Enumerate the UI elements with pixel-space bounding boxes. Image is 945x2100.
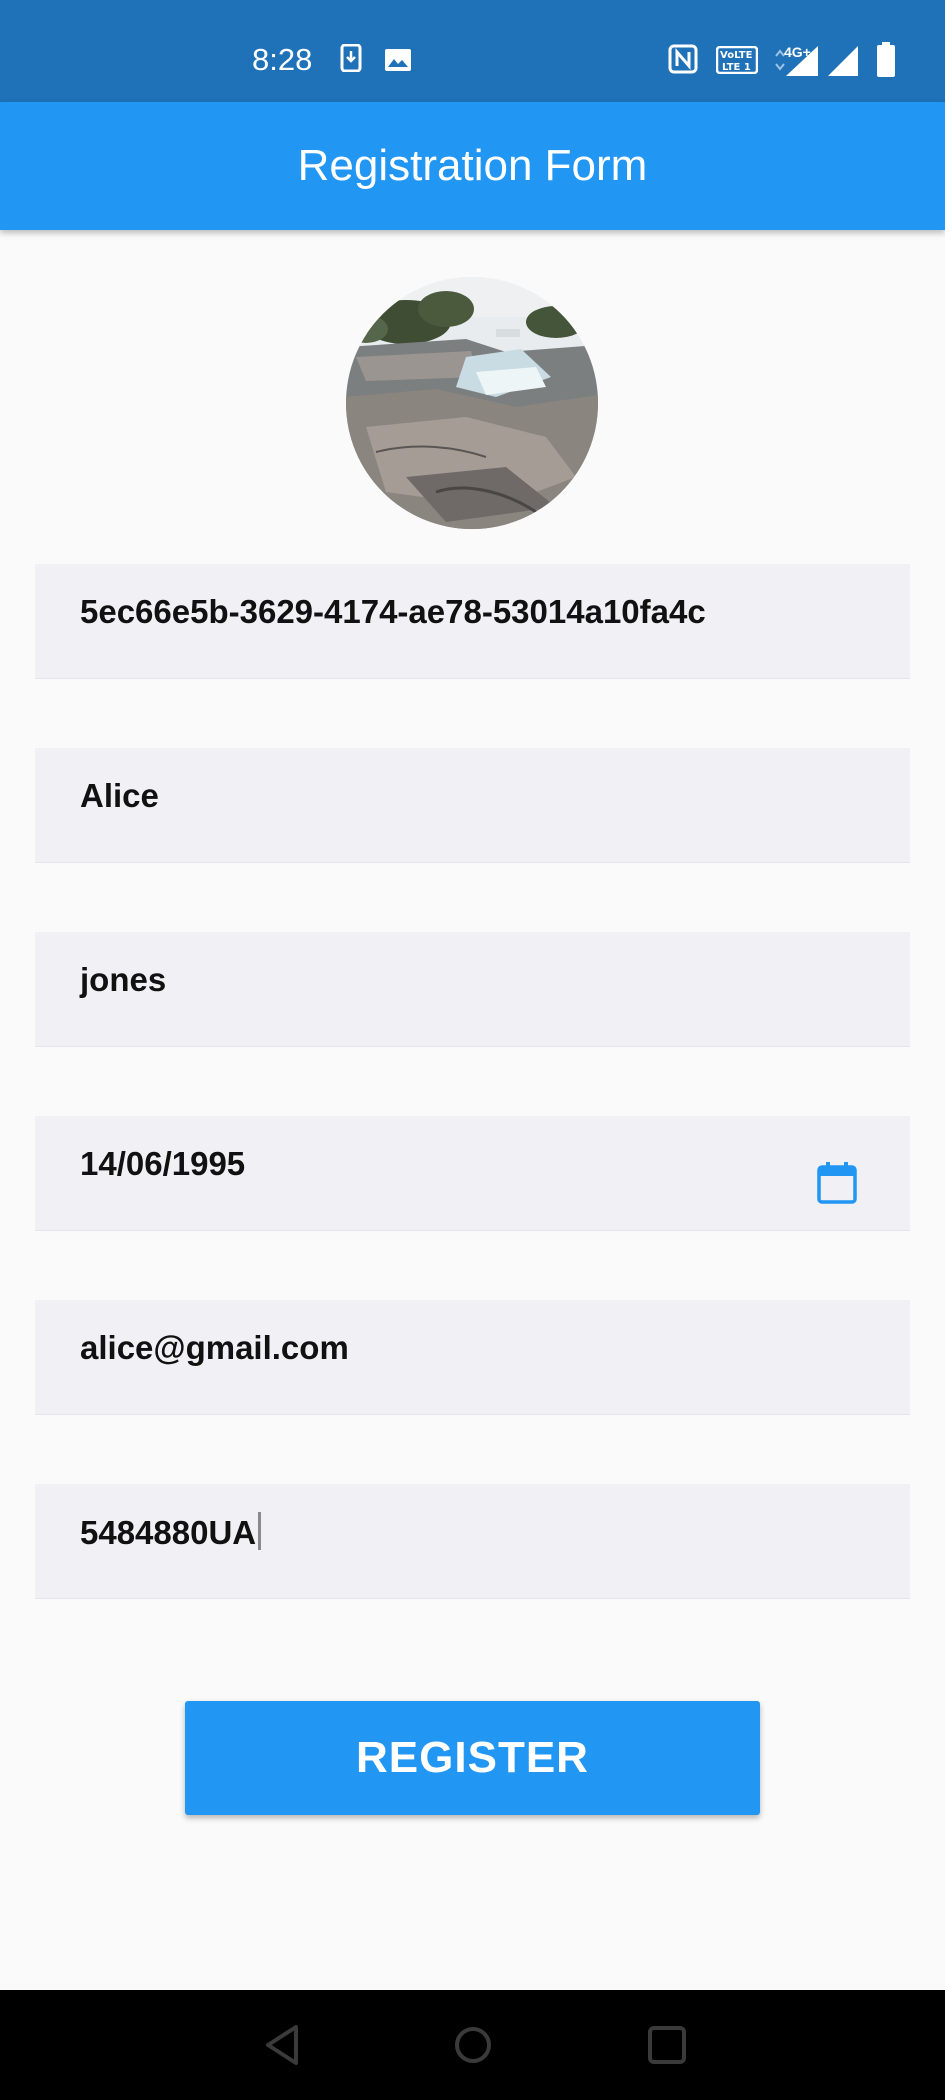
last-name-field-value: jones [80, 961, 167, 998]
status-time: 8:28 [252, 42, 313, 77]
document-field[interactable]: 5484880UA [35, 1484, 910, 1599]
page-title: Registration Form [297, 141, 648, 190]
email-field[interactable]: alice@gmail.com [35, 1300, 910, 1415]
register-button[interactable]: REGISTER [185, 1701, 760, 1815]
app-bar: Registration Form [0, 102, 945, 230]
document-field-content: 5484880UA [80, 1512, 262, 1553]
volte-icon: VoLTE LTE 1 [715, 45, 759, 79]
avatar[interactable] [346, 277, 598, 529]
nfc-icon [668, 44, 698, 79]
id-field-value: 5ec66e5b-3629-4174-ae78-53014a10fa4c [80, 593, 706, 630]
navigation-bar [0, 1990, 945, 2100]
document-field-value: 5484880UA [80, 1514, 257, 1551]
calendar-icon[interactable] [816, 1161, 858, 1210]
email-field-value: alice@gmail.com [80, 1329, 349, 1366]
back-icon[interactable] [262, 2023, 302, 2072]
svg-text:VoLTE: VoLTE [720, 50, 753, 61]
signal-icon [826, 42, 860, 83]
birthdate-field-value: 14/06/1995 [80, 1145, 246, 1182]
last-name-field[interactable]: jones [35, 932, 910, 1047]
status-bar: 8:28 VoLTE LTE 1 4G+ [0, 0, 945, 102]
recents-icon[interactable] [646, 2023, 688, 2072]
network-type-label: 4G+ [784, 44, 811, 60]
first-name-field[interactable]: Alice [35, 748, 910, 863]
id-field[interactable]: 5ec66e5b-3629-4174-ae78-53014a10fa4c [35, 564, 910, 679]
svg-text:LTE 1: LTE 1 [722, 62, 751, 73]
birthdate-field[interactable]: 14/06/1995 [35, 1116, 910, 1231]
download-icon [340, 43, 362, 77]
text-cursor [258, 1512, 262, 1550]
first-name-field-value: Alice [80, 777, 159, 814]
image-icon [384, 48, 412, 77]
battery-icon [876, 42, 896, 83]
home-icon[interactable] [452, 2023, 494, 2072]
